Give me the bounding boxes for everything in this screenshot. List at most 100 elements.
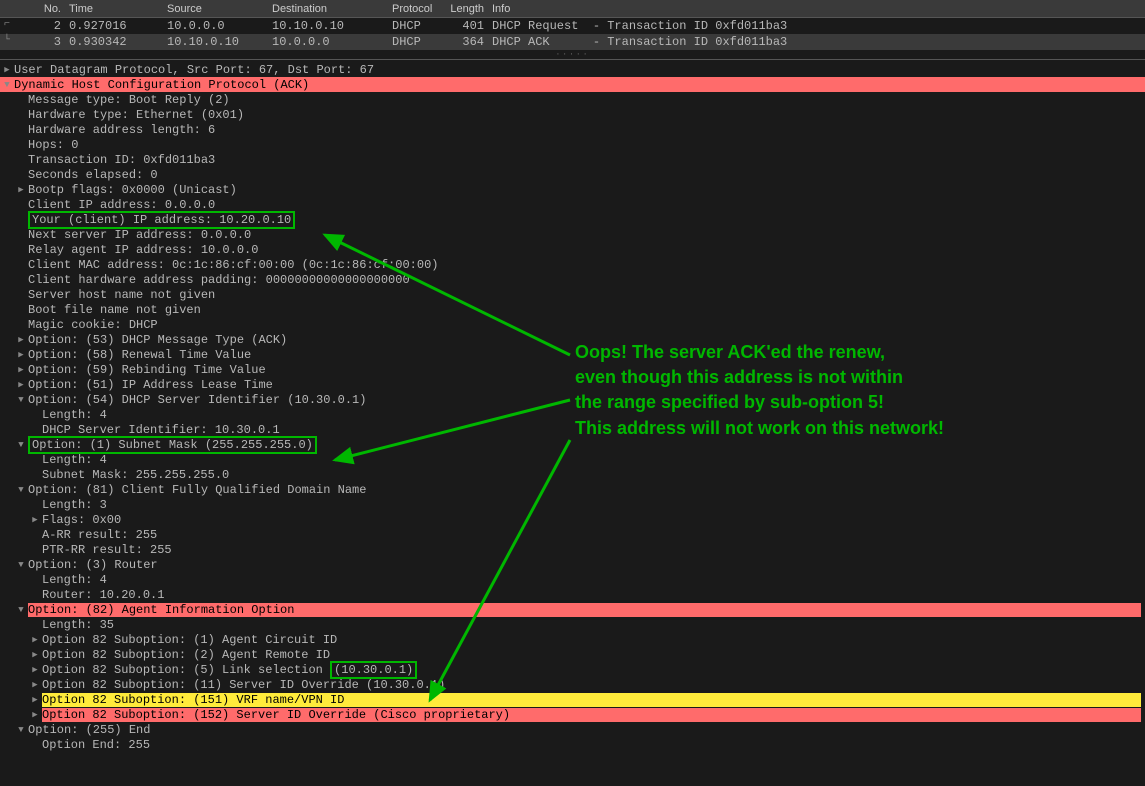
tree-item[interactable]: Server host name not given xyxy=(0,287,1145,302)
tree-item[interactable]: ▶Option: (51) IP Address Lease Time xyxy=(0,377,1145,392)
packet-list-header: No. Time Source Destination Protocol Len… xyxy=(0,0,1145,18)
packet-marker-icon: └ xyxy=(0,35,30,49)
tree-item[interactable]: Option End: 255 xyxy=(0,737,1145,752)
tree-label: Client MAC address: 0c:1c:86:cf:00:00 (0… xyxy=(28,258,438,272)
tree-item[interactable]: ▼Option: (255) End xyxy=(0,722,1145,737)
packet-time: 0.930342 xyxy=(65,35,163,49)
col-header-destination[interactable]: Destination xyxy=(268,1,388,17)
tree-item[interactable]: ▶Option: (58) Renewal Time Value xyxy=(0,347,1145,362)
tree-label: Hardware type: Ethernet (0x01) xyxy=(28,108,244,122)
tree-label: Transaction ID: 0xfd011ba3 xyxy=(28,153,215,167)
details-pane: ▶User Datagram Protocol, Src Port: 67, D… xyxy=(0,60,1145,782)
col-header-info[interactable]: Info xyxy=(488,1,1145,17)
tree-item[interactable]: Next server IP address: 0.0.0.0 xyxy=(0,227,1145,242)
tree-opt1[interactable]: ▼Option: (1) Subnet Mask (255.255.255.0) xyxy=(0,437,1145,452)
tree-item[interactable]: Hardware address length: 6 xyxy=(0,122,1145,137)
tree-item[interactable]: Subnet Mask: 255.255.255.0 xyxy=(0,467,1145,482)
tree-item[interactable]: ▶Option: (59) Rebinding Time Value xyxy=(0,362,1145,377)
tree-label: Server host name not given xyxy=(28,288,215,302)
tree-udp[interactable]: ▶User Datagram Protocol, Src Port: 67, D… xyxy=(0,62,1145,77)
tree-opt82-151[interactable]: ▶Option 82 Suboption: (151) VRF name/VPN… xyxy=(0,692,1145,707)
tree-item[interactable]: Length: 4 xyxy=(0,452,1145,467)
col-header-source[interactable]: Source xyxy=(163,1,268,17)
chevron-right-icon: ▶ xyxy=(28,650,42,660)
tree-label: Option: (81) Client Fully Qualified Doma… xyxy=(28,483,366,497)
tree-item[interactable]: ▶Bootp flags: 0x0000 (Unicast) xyxy=(0,182,1145,197)
col-header-protocol[interactable]: Protocol xyxy=(388,1,443,17)
tree-label: Option: (255) End xyxy=(28,723,150,737)
tree-item[interactable]: Relay agent IP address: 10.0.0.0 xyxy=(0,242,1145,257)
packet-row[interactable]: └ 3 0.930342 10.10.0.10 10.0.0.0 DHCP 36… xyxy=(0,34,1145,50)
chevron-down-icon: ▼ xyxy=(14,440,28,450)
tree-item[interactable]: Length: 3 xyxy=(0,497,1145,512)
tree-label: DHCP Server Identifier: 10.30.0.1 xyxy=(42,423,280,437)
packet-dst: 10.10.0.10 xyxy=(268,19,388,33)
col-header-no[interactable]: No. xyxy=(30,1,65,17)
tree-item[interactable]: Length: 4 xyxy=(0,407,1145,422)
tree-label: Boot file name not given xyxy=(28,303,201,317)
tree-item[interactable]: Transaction ID: 0xfd011ba3 xyxy=(0,152,1145,167)
tree-item[interactable]: Magic cookie: DHCP xyxy=(0,317,1145,332)
tree-item[interactable]: ▶Option 82 Suboption: (1) Agent Circuit … xyxy=(0,632,1145,647)
chevron-down-icon: ▼ xyxy=(0,80,14,90)
tree-label-val: (10.30.0.1) xyxy=(334,663,413,677)
tree-item[interactable]: ▼Option: (81) Client Fully Qualified Dom… xyxy=(0,482,1145,497)
tree-label: Hops: 0 xyxy=(28,138,78,152)
tree-opt82[interactable]: ▼Option: (82) Agent Information Option xyxy=(0,602,1145,617)
tree-label: Relay agent IP address: 10.0.0.0 xyxy=(28,243,258,257)
chevron-right-icon: ▶ xyxy=(14,335,28,345)
highlight-box: Option: (1) Subnet Mask (255.255.255.0) xyxy=(28,436,317,454)
tree-item[interactable]: Boot file name not given xyxy=(0,302,1145,317)
tree-opt82-5[interactable]: ▶Option 82 Suboption: (5) Link selection… xyxy=(0,662,1145,677)
tree-label: Option: (51) IP Address Lease Time xyxy=(28,378,273,392)
tree-item[interactable]: Seconds elapsed: 0 xyxy=(0,167,1145,182)
tree-label: Length: 4 xyxy=(42,408,107,422)
packet-row[interactable]: ⌐ 2 0.927016 10.0.0.0 10.10.0.10 DHCP 40… xyxy=(0,18,1145,34)
packet-list: ⌐ 2 0.927016 10.0.0.0 10.10.0.10 DHCP 40… xyxy=(0,18,1145,50)
tree-item[interactable]: Length: 35 xyxy=(0,617,1145,632)
tree-dhcp-root[interactable]: ▼Dynamic Host Configuration Protocol (AC… xyxy=(0,77,1145,92)
tree-label: Client hardware address padding: 0000000… xyxy=(28,273,410,287)
tree-item[interactable]: ▼Option: (3) Router xyxy=(0,557,1145,572)
tree-item[interactable]: Hardware type: Ethernet (0x01) xyxy=(0,107,1145,122)
tree-item[interactable]: A-RR result: 255 xyxy=(0,527,1145,542)
tree-label: Flags: 0x00 xyxy=(42,513,121,527)
chevron-right-icon: ▶ xyxy=(28,515,42,525)
tree-item[interactable]: Client MAC address: 0c:1c:86:cf:00:00 (0… xyxy=(0,257,1145,272)
tree-item[interactable]: ▶Flags: 0x00 xyxy=(0,512,1145,527)
col-header-length[interactable]: Length xyxy=(443,1,488,17)
tree-label: Router: 10.20.0.1 xyxy=(42,588,164,602)
chevron-right-icon: ▶ xyxy=(0,65,14,75)
pane-divider[interactable] xyxy=(0,50,1145,60)
tree-label: Option: (82) Agent Information Option xyxy=(28,603,1141,617)
packet-no: 2 xyxy=(30,19,65,33)
tree-item[interactable]: Client hardware address padding: 0000000… xyxy=(0,272,1145,287)
tree-yiaddr[interactable]: Your (client) IP address: 10.20.0.10 xyxy=(0,212,1145,227)
packet-len: 364 xyxy=(443,35,488,49)
tree-item[interactable]: ▼Option: (54) DHCP Server Identifier (10… xyxy=(0,392,1145,407)
tree-item[interactable]: ▶Option 82 Suboption: (11) Server ID Ove… xyxy=(0,677,1145,692)
tree-opt82-152[interactable]: ▶Option 82 Suboption: (152) Server ID Ov… xyxy=(0,707,1145,722)
tree-label: Option 82 Suboption: (2) Agent Remote ID xyxy=(42,648,330,662)
tree-item[interactable]: Router: 10.20.0.1 xyxy=(0,587,1145,602)
chevron-right-icon: ▶ xyxy=(14,365,28,375)
tree-label: Option: (59) Rebinding Time Value xyxy=(28,363,266,377)
tree-item[interactable]: ▶Option 82 Suboption: (2) Agent Remote I… xyxy=(0,647,1145,662)
tree-label: Subnet Mask: 255.255.255.0 xyxy=(42,468,229,482)
chevron-down-icon: ▼ xyxy=(14,725,28,735)
packet-src: 10.0.0.0 xyxy=(163,19,268,33)
chevron-right-icon: ▶ xyxy=(28,695,42,705)
chevron-right-icon: ▶ xyxy=(28,710,42,720)
tree-item[interactable]: Length: 4 xyxy=(0,572,1145,587)
tree-item[interactable]: PTR-RR result: 255 xyxy=(0,542,1145,557)
tree-item[interactable]: Hops: 0 xyxy=(0,137,1145,152)
tree-label: User Datagram Protocol, Src Port: 67, Ds… xyxy=(14,63,374,77)
chevron-down-icon: ▼ xyxy=(14,395,28,405)
packet-len: 401 xyxy=(443,19,488,33)
tree-item[interactable]: Message type: Boot Reply (2) xyxy=(0,92,1145,107)
tree-label: Your (client) IP address: 10.20.0.10 xyxy=(32,213,291,227)
chevron-down-icon: ▼ xyxy=(14,605,28,615)
tree-item[interactable]: ▶Option: (53) DHCP Message Type (ACK) xyxy=(0,332,1145,347)
col-header-time[interactable]: Time xyxy=(65,1,163,17)
packet-marker-icon: ⌐ xyxy=(0,19,30,33)
